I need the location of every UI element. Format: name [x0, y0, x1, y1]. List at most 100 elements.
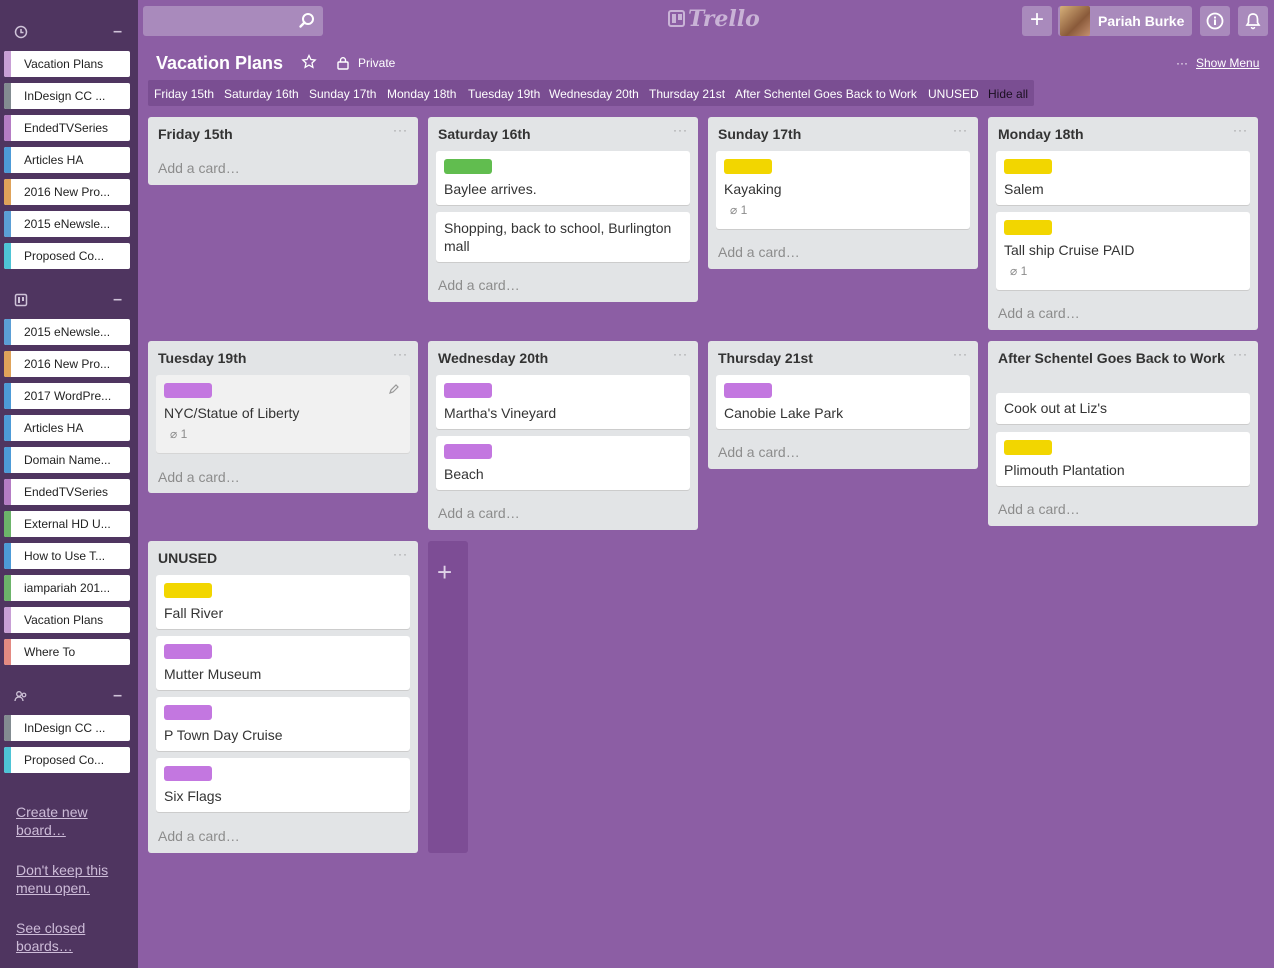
add-card-button[interactable]: Add a card…	[998, 501, 1080, 517]
card[interactable]: Fall River	[156, 575, 410, 629]
notifications-button[interactable]	[1238, 6, 1268, 36]
list-unused: UNUSED ··· Fall River Mutter Museum P To…	[148, 541, 418, 853]
list-menu-icon[interactable]: ···	[673, 347, 688, 361]
sidebar-item-2016-new-pro[interactable]: 2016 New Pro...	[4, 179, 130, 205]
see-closed-boards-link[interactable]: See closed boards…	[16, 919, 126, 955]
filter-wednesday[interactable]: Wednesday 20th	[549, 87, 639, 101]
card[interactable]: NYC/Statue of Liberty ⌀ 1	[156, 375, 410, 453]
card-title: Fall River	[164, 605, 224, 621]
list-menu-icon[interactable]: ···	[393, 347, 408, 361]
info-button[interactable]	[1200, 6, 1230, 36]
privacy-button[interactable]: Private	[358, 56, 395, 70]
list-title[interactable]: UNUSED	[158, 549, 388, 567]
sidebar-item-vacation-plans[interactable]: Vacation Plans	[4, 607, 130, 633]
card[interactable]: Plimouth Plantation	[996, 432, 1250, 486]
dont-keep-menu-open-link[interactable]: Don't keep this menu open.	[16, 861, 126, 897]
card-title: NYC/Statue of Liberty	[164, 405, 300, 421]
sidebar-item-indesign[interactable]: InDesign CC ...	[4, 83, 130, 109]
sidebar-item-2016-new-pro[interactable]: 2016 New Pro...	[4, 351, 130, 377]
sidebar-item-2015-enewsle[interactable]: 2015 eNewsle...	[4, 319, 130, 345]
card[interactable]: Mutter Museum	[156, 636, 410, 690]
sidebar-item-proposed-co[interactable]: Proposed Co...	[4, 243, 130, 269]
list-menu-icon[interactable]: ···	[673, 123, 688, 137]
list-title[interactable]: Sunday 17th	[718, 125, 948, 143]
sidebar-item-indesign[interactable]: InDesign CC ...	[4, 715, 130, 741]
card[interactable]: P Town Day Cruise	[156, 697, 410, 751]
sidebar-item-proposed-co[interactable]: Proposed Co...	[4, 747, 130, 773]
card-label-yellow	[164, 583, 212, 598]
add-list-button[interactable]: +	[428, 541, 468, 853]
sidebar-item-vacation-plans[interactable]: Vacation Plans	[4, 51, 130, 77]
list-tuesday: Tuesday 19th ··· NYC/Statue of Liberty ⌀…	[148, 341, 418, 493]
card[interactable]: Martha's Vineyard	[436, 375, 690, 429]
search-icon[interactable]	[297, 11, 317, 31]
add-button[interactable]: +	[1022, 6, 1052, 36]
list-menu-icon[interactable]: ···	[953, 347, 968, 361]
filter-after-schentel[interactable]: After Schentel Goes Back to Work	[735, 87, 917, 101]
card[interactable]: Baylee arrives.	[436, 151, 690, 205]
sidebar-item-articles-ha[interactable]: Articles HA	[4, 147, 130, 173]
filter-saturday[interactable]: Saturday 16th	[224, 87, 299, 101]
edit-pencil-icon[interactable]	[388, 383, 400, 395]
list-title[interactable]: After Schentel Goes Back to Work	[998, 349, 1228, 367]
add-card-button[interactable]: Add a card…	[438, 505, 520, 521]
card-title: Kayaking	[724, 181, 782, 197]
add-card-button[interactable]: Add a card…	[158, 469, 240, 485]
collapse-team-button[interactable]: –	[113, 688, 122, 704]
filter-tuesday[interactable]: Tuesday 19th	[468, 87, 540, 101]
filter-unused[interactable]: UNUSED	[928, 87, 979, 101]
show-menu-button[interactable]: ··· Show Menu	[1176, 56, 1259, 70]
member-menu-button[interactable]: Pariah Burke	[1058, 6, 1192, 36]
sidebar-item-endedtvseries[interactable]: EndedTVSeries	[4, 479, 130, 505]
card[interactable]: Cook out at Liz's	[996, 393, 1250, 424]
list-title[interactable]: Friday 15th	[158, 125, 388, 143]
list-menu-icon[interactable]: ···	[1233, 123, 1248, 137]
sidebar-item-endedtvseries[interactable]: EndedTVSeries	[4, 115, 130, 141]
paperclip-icon: ⌀	[730, 203, 738, 217]
card[interactable]: Six Flags	[156, 758, 410, 812]
card[interactable]: Beach	[436, 436, 690, 490]
board-title[interactable]: Vacation Plans	[156, 53, 283, 74]
list-title[interactable]: Saturday 16th	[438, 125, 668, 143]
add-card-button[interactable]: Add a card…	[998, 305, 1080, 321]
search-input[interactable]	[143, 6, 323, 36]
add-card-button[interactable]: Add a card…	[438, 277, 520, 293]
list-title[interactable]: Monday 18th	[998, 125, 1228, 143]
list-menu-icon[interactable]: ···	[393, 547, 408, 561]
collapse-boards-button[interactable]: –	[113, 292, 122, 308]
sidebar-item-articles-ha[interactable]: Articles HA	[4, 415, 130, 441]
card[interactable]: Salem	[996, 151, 1250, 205]
filter-friday[interactable]: Friday 15th	[154, 87, 214, 101]
sidebar-item-domain-name[interactable]: Domain Name...	[4, 447, 130, 473]
card[interactable]: Kayaking ⌀ 1	[716, 151, 970, 229]
filter-monday[interactable]: Monday 18th	[387, 87, 456, 101]
create-new-board-link[interactable]: Create new board…	[16, 803, 126, 839]
star-icon[interactable]	[301, 54, 317, 70]
add-card-button[interactable]: Add a card…	[158, 160, 240, 176]
list-menu-icon[interactable]: ···	[393, 123, 408, 137]
board-color-strip	[4, 715, 11, 741]
sidebar-item-how-to-use[interactable]: How to Use T...	[4, 543, 130, 569]
trello-logo[interactable]: Trello	[668, 6, 760, 36]
add-card-button[interactable]: Add a card…	[718, 444, 800, 460]
sidebar-item-2017-wordpre[interactable]: 2017 WordPre...	[4, 383, 130, 409]
filter-sunday[interactable]: Sunday 17th	[309, 87, 376, 101]
filter-thursday[interactable]: Thursday 21st	[649, 87, 725, 101]
list-title[interactable]: Wednesday 20th	[438, 349, 668, 367]
list-menu-icon[interactable]: ···	[1233, 347, 1248, 361]
list-title[interactable]: Thursday 21st	[718, 349, 948, 367]
sidebar-item-iampariah[interactable]: iampariah 201...	[4, 575, 130, 601]
sidebar-item-label: 2015 eNewsle...	[24, 325, 111, 339]
collapse-recent-button[interactable]: –	[113, 24, 122, 40]
sidebar-item-where-to[interactable]: Where To	[4, 639, 130, 665]
add-card-button[interactable]: Add a card…	[158, 828, 240, 844]
hide-all-button[interactable]: Hide all	[988, 87, 1028, 101]
card[interactable]: Canobie Lake Park	[716, 375, 970, 429]
list-menu-icon[interactable]: ···	[953, 123, 968, 137]
card[interactable]: Tall ship Cruise PAID ⌀ 1	[996, 212, 1250, 290]
sidebar-item-external-hd[interactable]: External HD U...	[4, 511, 130, 537]
sidebar-item-2015-enewsle[interactable]: 2015 eNewsle...	[4, 211, 130, 237]
add-card-button[interactable]: Add a card…	[718, 244, 800, 260]
list-title[interactable]: Tuesday 19th	[158, 349, 388, 367]
card[interactable]: Shopping, back to school, Burlington mal…	[436, 212, 690, 262]
